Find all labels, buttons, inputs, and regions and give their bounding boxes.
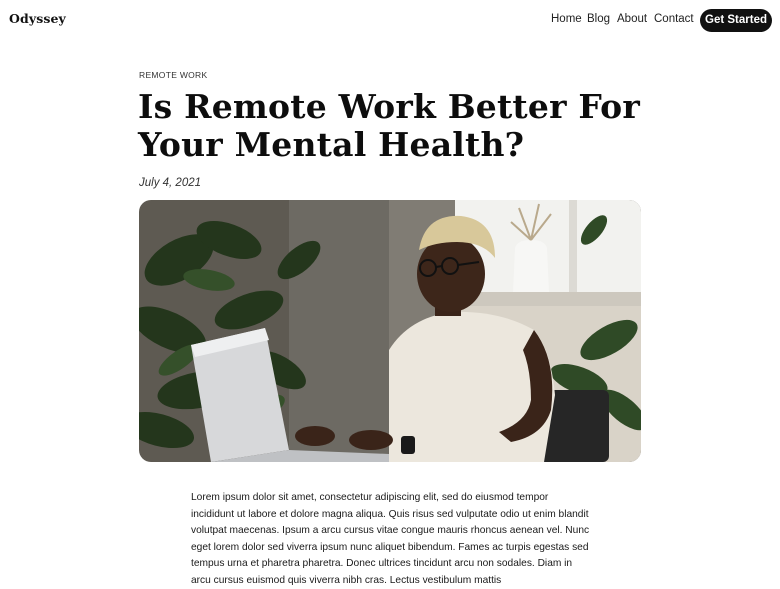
hero-image bbox=[139, 200, 641, 462]
nav-link-about[interactable]: About bbox=[617, 13, 647, 25]
nav-link-home[interactable]: Home bbox=[551, 13, 582, 25]
nav-link-contact[interactable]: Contact bbox=[654, 13, 694, 25]
article-date: July 4, 2021 bbox=[139, 177, 202, 189]
article-category[interactable]: REMOTE WORK bbox=[139, 70, 207, 80]
article-body: Lorem ipsum dolor sit amet, consectetur … bbox=[191, 492, 590, 586]
get-started-button[interactable]: Get Started bbox=[700, 9, 772, 32]
article-title: Is Remote Work Better For Your Mental He… bbox=[138, 87, 640, 164]
site-header: Odyssey Home Blog About Contact Get Star… bbox=[0, 0, 780, 40]
nav-link-blog[interactable]: Blog bbox=[587, 13, 610, 25]
site-logo[interactable]: Odyssey bbox=[9, 11, 66, 26]
